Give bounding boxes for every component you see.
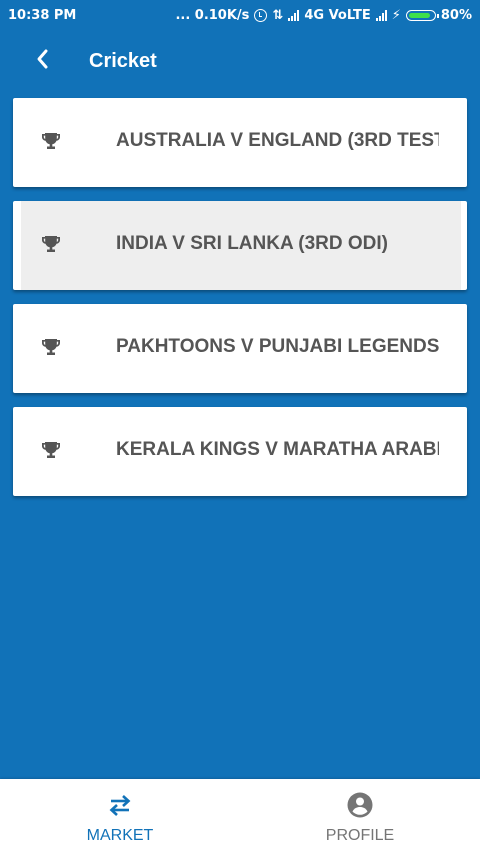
signal-icon <box>288 10 300 21</box>
network-speed: ... 0.10K/s <box>175 8 250 23</box>
match-name: AUSTRALIA V ENGLAND (3RD TEST) <box>116 130 439 151</box>
trophy-icon <box>42 339 60 355</box>
chevron-left-icon[interactable] <box>32 46 54 72</box>
status-bar: 10:38 PM ... 0.10K/s ⇅ 4G VoLTE ⚡ 80% <box>0 0 480 34</box>
data-transfer-icon: ⇅ <box>272 8 284 23</box>
nav-item-profile[interactable]: PROFILE <box>240 779 480 854</box>
match-card-kerala-maratha[interactable]: KERALA KINGS V MARATHA ARABIANS <box>13 407 467 496</box>
battery-percent: 80% <box>440 8 472 23</box>
trophy-icon <box>42 133 60 149</box>
alarm-icon <box>254 9 268 22</box>
match-name: KERALA KINGS V MARATHA ARABIANS <box>116 439 439 460</box>
swap-arrows-icon <box>109 795 131 816</box>
match-name: INDIA V SRI LANKA (3RD ODI) <box>116 233 388 254</box>
trophy-icon <box>42 442 60 458</box>
match-name: PAKHTOONS V PUNJABI LEGENDS <box>116 336 439 357</box>
battery-icon <box>405 10 439 21</box>
app-bar: Cricket <box>0 34 480 88</box>
nav-item-market[interactable]: MARKET <box>0 779 240 854</box>
account-circle-icon <box>347 792 373 818</box>
page-title: Cricket <box>89 50 157 72</box>
network-type: 4G VoLTE <box>304 8 371 23</box>
charging-icon: ⚡ <box>391 8 401 23</box>
trophy-icon <box>42 236 60 252</box>
match-card-australia-england[interactable]: AUSTRALIA V ENGLAND (3RD TEST) <box>13 98 467 187</box>
signal-icon <box>375 10 387 21</box>
match-list: AUSTRALIA V ENGLAND (3RD TEST) INDIA V S… <box>13 98 467 510</box>
nav-label-profile: PROFILE <box>325 827 395 844</box>
match-card-india-sri-lanka[interactable]: INDIA V SRI LANKA (3RD ODI) <box>13 201 467 290</box>
status-time: 10:38 PM <box>8 8 77 23</box>
bottom-navigation: MARKET PROFILE <box>0 779 480 854</box>
nav-label-market: MARKET <box>86 827 154 844</box>
status-indicators: ... 0.10K/s ⇅ 4G VoLTE ⚡ 80% <box>175 8 472 23</box>
match-card-pakhtoons-punjabi[interactable]: PAKHTOONS V PUNJABI LEGENDS <box>13 304 467 393</box>
